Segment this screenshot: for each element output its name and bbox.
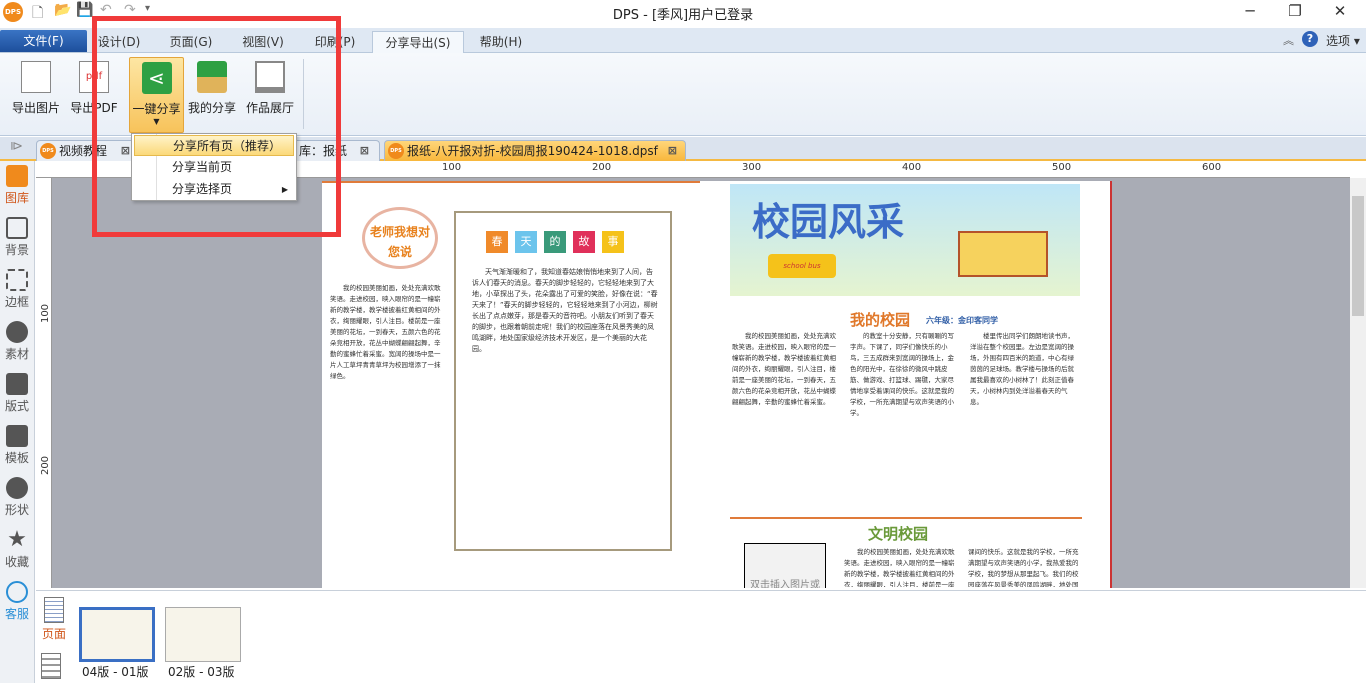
column-text-2[interactable]: 的教室十分安静，只有唰唰的写字声。下课了，同学们像快乐的小鸟，三五成群来到宽阔的… [850, 331, 960, 503]
sidebar-label: 收藏 [4, 555, 29, 569]
design-canvas[interactable]: 老师我想对您说 我的校园美丽如画，处处充满欢歌笑语。走进校园，映入眼帘的是一幢崭… [52, 178, 1350, 588]
help-icon[interactable]: ? [1302, 31, 1318, 47]
tab-help[interactable]: 帮助(H) [470, 31, 532, 53]
ruler-label: 400 [902, 162, 922, 173]
shape-icon [6, 477, 28, 499]
image-file-icon [21, 61, 51, 93]
title-char: 天 [515, 231, 537, 253]
pages-tab-label: 页面 [41, 627, 66, 641]
sidebar-item-template[interactable]: 模板 [0, 421, 34, 473]
column-text-5[interactable]: 课间的快乐。这就是我的学校，一所充满期望与欢声笑语的小学，我热爱我的学校，我的梦… [968, 547, 1080, 587]
sidebar-item-gallery[interactable]: 图库 [0, 161, 34, 213]
sidebar-label: 客服 [4, 607, 29, 621]
ruler-label: 300 [742, 162, 762, 173]
my-school-heading: 我的校园 [850, 311, 911, 329]
school-building-icon [958, 231, 1048, 277]
section-divider [730, 517, 1082, 519]
scrollbar-thumb[interactable] [1352, 196, 1364, 316]
collapse-ribbon-icon[interactable]: ︽ [1283, 32, 1294, 48]
title-char: 故 [573, 231, 595, 253]
sidebar-label: 边框 [4, 295, 29, 309]
ruler-label: 600 [1202, 162, 1222, 173]
minimize-button[interactable]: ─ [1230, 2, 1270, 20]
ruler-label: 100 [40, 303, 52, 324]
sidebar-label: 版式 [4, 399, 29, 413]
left-column-text[interactable]: 我的校园美丽如画，处处充满欢歌笑语。走进校园，映入眼帘的是一幢崭新的教学楼，教学… [330, 283, 442, 583]
page-icon [44, 597, 64, 623]
ruler-label: 200 [592, 162, 612, 173]
title-char: 的 [544, 231, 566, 253]
sidebar-item-favorites[interactable]: ★ 收藏 [0, 525, 34, 577]
gallery-icon [6, 165, 28, 187]
border-icon [6, 269, 28, 291]
sidebar-label: 背景 [4, 243, 29, 257]
right-page[interactable]: 校园风采 school bus 我的校园 六年级：金印客同学 我的校园美丽如画，… [700, 181, 1112, 588]
sidebar-item-background[interactable]: 背景 [0, 213, 34, 265]
left-sidebar: 图库 背景 边框 素材 版式 模板 形状 ★ 收藏 客服 [0, 161, 35, 683]
column-text-1[interactable]: 我的校园美丽如画，处处充满欢歌笑语。走进校园，映入眼帘的是一幢崭新的教学楼，教学… [732, 331, 842, 503]
doc-tab-label: 报纸-八开报对折-校园周报190424-1018.dpsf [407, 144, 658, 158]
tab-share-export[interactable]: 分享导出(S) [372, 31, 464, 55]
sidebar-item-border[interactable]: 边框 [0, 265, 34, 317]
background-icon [6, 217, 28, 239]
grid-icon [6, 373, 28, 395]
title-char: 春 [486, 231, 508, 253]
layers-icon[interactable] [41, 653, 61, 679]
column-text-3[interactable]: 楼里传出同学们朗朗地读书声，洋溢在整个校园里。左边是宽阔的操场，外围有四百米的跑… [970, 331, 1080, 503]
template-icon [6, 425, 28, 447]
star-icon: ★ [7, 527, 27, 552]
page-thumbnail[interactable] [165, 607, 241, 662]
grade-byline: 六年级：金印客同学 [926, 316, 998, 325]
highlight-box [92, 16, 341, 237]
civil-school-heading: 文明校园 [868, 525, 929, 543]
page-thumbnail[interactable] [79, 607, 155, 662]
pages-tab[interactable]: 页面 [38, 597, 70, 649]
sidebar-item-support[interactable]: 客服 [0, 577, 34, 629]
sidebar-label: 形状 [4, 503, 29, 517]
close-button[interactable]: ✕ [1320, 2, 1360, 20]
sidebar-item-material[interactable]: 素材 [0, 317, 34, 369]
sidebar-label: 模板 [4, 451, 29, 465]
close-tab-icon[interactable]: ⊠ [668, 141, 677, 161]
left-page[interactable]: 老师我想对您说 我的校园美丽如画，处处充满欢歌笑语。走进校园，映入眼帘的是一幢崭… [322, 181, 700, 588]
story-title: 春 天 的 故 事 [486, 231, 624, 253]
sidebar-item-layout[interactable]: 版式 [0, 369, 34, 421]
pages-panel: 页面 04版 - 01版 02版 - 03版 [36, 590, 1366, 683]
thumbnail-label: 02版 - 03版 [168, 665, 235, 679]
vertical-scrollbar[interactable] [1350, 178, 1366, 588]
thumbnail-label: 04版 - 01版 [82, 665, 149, 679]
close-tab-icon[interactable]: ⊠ [360, 141, 369, 161]
title-char: 事 [602, 231, 624, 253]
options-label: 选项 [1326, 34, 1351, 48]
doc-tab-newspaper[interactable]: DPS 报纸-八开报对折-校园周报190424-1018.dpsf ⊠ [384, 140, 686, 161]
story-text[interactable]: 天气渐渐暖和了，我知道春姑娘悄悄地来到了人间，告诉人们春天的消息。春天的脚步轻轻… [472, 267, 658, 507]
teacher-heading[interactable]: 老师我想对您说 [362, 207, 438, 269]
flower-icon [6, 321, 28, 343]
banner-title: 校园风采 [752, 200, 905, 244]
options-button[interactable]: 选项 ▾ [1326, 32, 1360, 49]
tab-file[interactable]: 文件(F) [0, 30, 87, 52]
ruler-label: 100 [442, 162, 462, 173]
expand-panel-icon[interactable]: ⧐ [10, 139, 23, 154]
image-placeholder[interactable]: 双击插入图片或 [744, 543, 826, 588]
sidebar-item-shape[interactable]: 形状 [0, 473, 34, 525]
ruler-label: 200 [40, 455, 52, 476]
export-image-label: 导出图片 [11, 101, 60, 115]
column-text-4[interactable]: 我的校园美丽如画，处处充满欢歌笑语。走进校园，映入眼帘的是一幢崭新的教学楼，教学… [844, 547, 956, 587]
vertical-ruler: 100 200 [36, 178, 52, 588]
sidebar-label: 素材 [4, 347, 29, 361]
sidebar-label: 图库 [4, 191, 29, 205]
school-bus-label: school bus [768, 254, 836, 278]
restore-button[interactable]: ❐ [1275, 2, 1315, 20]
chat-icon [6, 581, 28, 603]
ruler-label: 500 [1052, 162, 1072, 173]
export-image-button[interactable]: 导出图片 [10, 57, 62, 127]
